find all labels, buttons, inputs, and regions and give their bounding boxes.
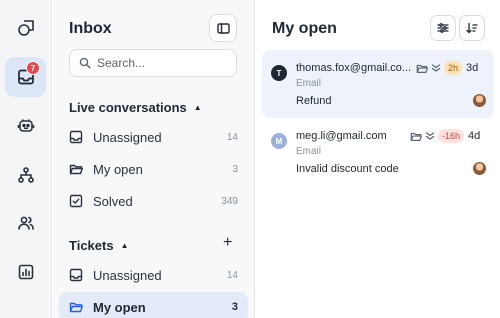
priority-chevrons-icon xyxy=(425,131,435,141)
rail-inbox-button[interactable]: 7 xyxy=(5,57,46,97)
conversation-list-panel: My open T thomas.fox@gmail.co... 2h 3d E… xyxy=(256,0,500,318)
contact-avatar: T xyxy=(271,65,287,81)
rail-bot-button[interactable] xyxy=(5,105,46,145)
conversation-subject: Invalid discount code xyxy=(296,163,399,175)
sort-button[interactable] xyxy=(459,15,485,41)
inbox-title: Inbox xyxy=(69,20,112,37)
sidebar-toggle-icon xyxy=(216,22,230,35)
folder-open-icon xyxy=(69,162,83,176)
conversation-age: 3d xyxy=(466,62,479,74)
live-conversations-header[interactable]: Live conversations ▲ xyxy=(69,100,202,115)
search-icon xyxy=(79,57,91,69)
search-input[interactable] xyxy=(97,56,227,70)
rail-workflows-button[interactable] xyxy=(5,155,46,195)
ticket-item-label: Unassigned xyxy=(93,267,162,283)
search-box[interactable] xyxy=(69,49,237,77)
rail-reports-button[interactable] xyxy=(5,252,46,292)
folder-open-icon xyxy=(410,131,422,142)
sla-badge: 2h xyxy=(444,61,463,75)
conversation-meta: -16h 4d xyxy=(410,129,480,143)
users-icon xyxy=(17,214,35,232)
tickets-header[interactable]: Tickets ▲ xyxy=(69,238,129,253)
hierarchy-icon xyxy=(17,166,35,184)
checkbox-icon xyxy=(69,194,83,208)
inbox-unread-badge: 7 xyxy=(26,61,40,75)
live-conversations-label: Live conversations xyxy=(69,100,187,115)
caret-up-icon: ▲ xyxy=(120,241,129,250)
conversation-meta: 2h 3d xyxy=(416,61,478,75)
live-item-label: Solved xyxy=(93,193,133,209)
rail-home-button[interactable] xyxy=(5,8,46,48)
filter-button[interactable] xyxy=(430,15,456,41)
sla-badge: -16h xyxy=(438,129,465,143)
conversation-channel: Email xyxy=(296,78,322,89)
live-item-unassigned[interactable]: Unassigned 14 xyxy=(59,122,248,152)
live-item-label: My open xyxy=(93,161,143,177)
contact-email: thomas.fox@gmail.co... xyxy=(296,62,412,74)
ticket-item-unassigned[interactable]: Unassigned 14 xyxy=(59,260,248,290)
conversation-row[interactable]: T thomas.fox@gmail.co... 2h 3d Email Ref… xyxy=(262,50,494,118)
sort-icon xyxy=(466,22,478,34)
bar-chart-icon xyxy=(17,263,35,281)
collapse-sidebar-button[interactable] xyxy=(209,14,237,42)
conversation-row[interactable]: M meg.li@gmail.com -16h 4d Email Invalid… xyxy=(262,118,494,186)
live-item-count: 14 xyxy=(226,131,238,143)
ticket-item-label: My open xyxy=(93,299,146,315)
inbox-tray-icon xyxy=(69,130,83,144)
folder-open-icon xyxy=(416,63,428,74)
conversation-age: 4d xyxy=(468,130,481,142)
conversation-channel: Email xyxy=(296,146,322,157)
assignee-avatar xyxy=(473,162,486,175)
inbox-tray-icon xyxy=(69,268,83,282)
inbox-panel: Inbox Live conversations ▲ Unassigned 14 xyxy=(53,0,255,318)
tickets-label: Tickets xyxy=(69,238,114,253)
caret-up-icon: ▲ xyxy=(193,103,202,112)
ticket-item-count: 14 xyxy=(226,269,238,281)
live-item-my-open[interactable]: My open 3 xyxy=(59,154,248,184)
live-item-count: 349 xyxy=(221,195,238,207)
contact-avatar: M xyxy=(271,133,287,149)
conversation-subject: Refund xyxy=(296,95,332,107)
live-item-count: 3 xyxy=(232,163,238,175)
contact-email: meg.li@gmail.com xyxy=(296,130,387,142)
sliders-icon xyxy=(437,22,449,34)
folder-open-icon xyxy=(69,300,83,314)
rail-contacts-button[interactable] xyxy=(5,203,46,243)
priority-chevrons-icon xyxy=(431,63,441,73)
shapes-icon xyxy=(17,19,35,37)
ticket-item-count: 3 xyxy=(231,301,238,313)
live-item-solved[interactable]: Solved 349 xyxy=(59,186,248,216)
live-item-label: Unassigned xyxy=(93,129,162,145)
add-ticket-view-icon[interactable]: + xyxy=(223,235,232,251)
app-rail: 7 xyxy=(0,0,52,318)
list-title: My open xyxy=(272,20,337,37)
bot-icon xyxy=(17,116,35,134)
assignee-avatar xyxy=(473,94,486,107)
ticket-item-my-open[interactable]: My open 3 xyxy=(59,292,248,318)
